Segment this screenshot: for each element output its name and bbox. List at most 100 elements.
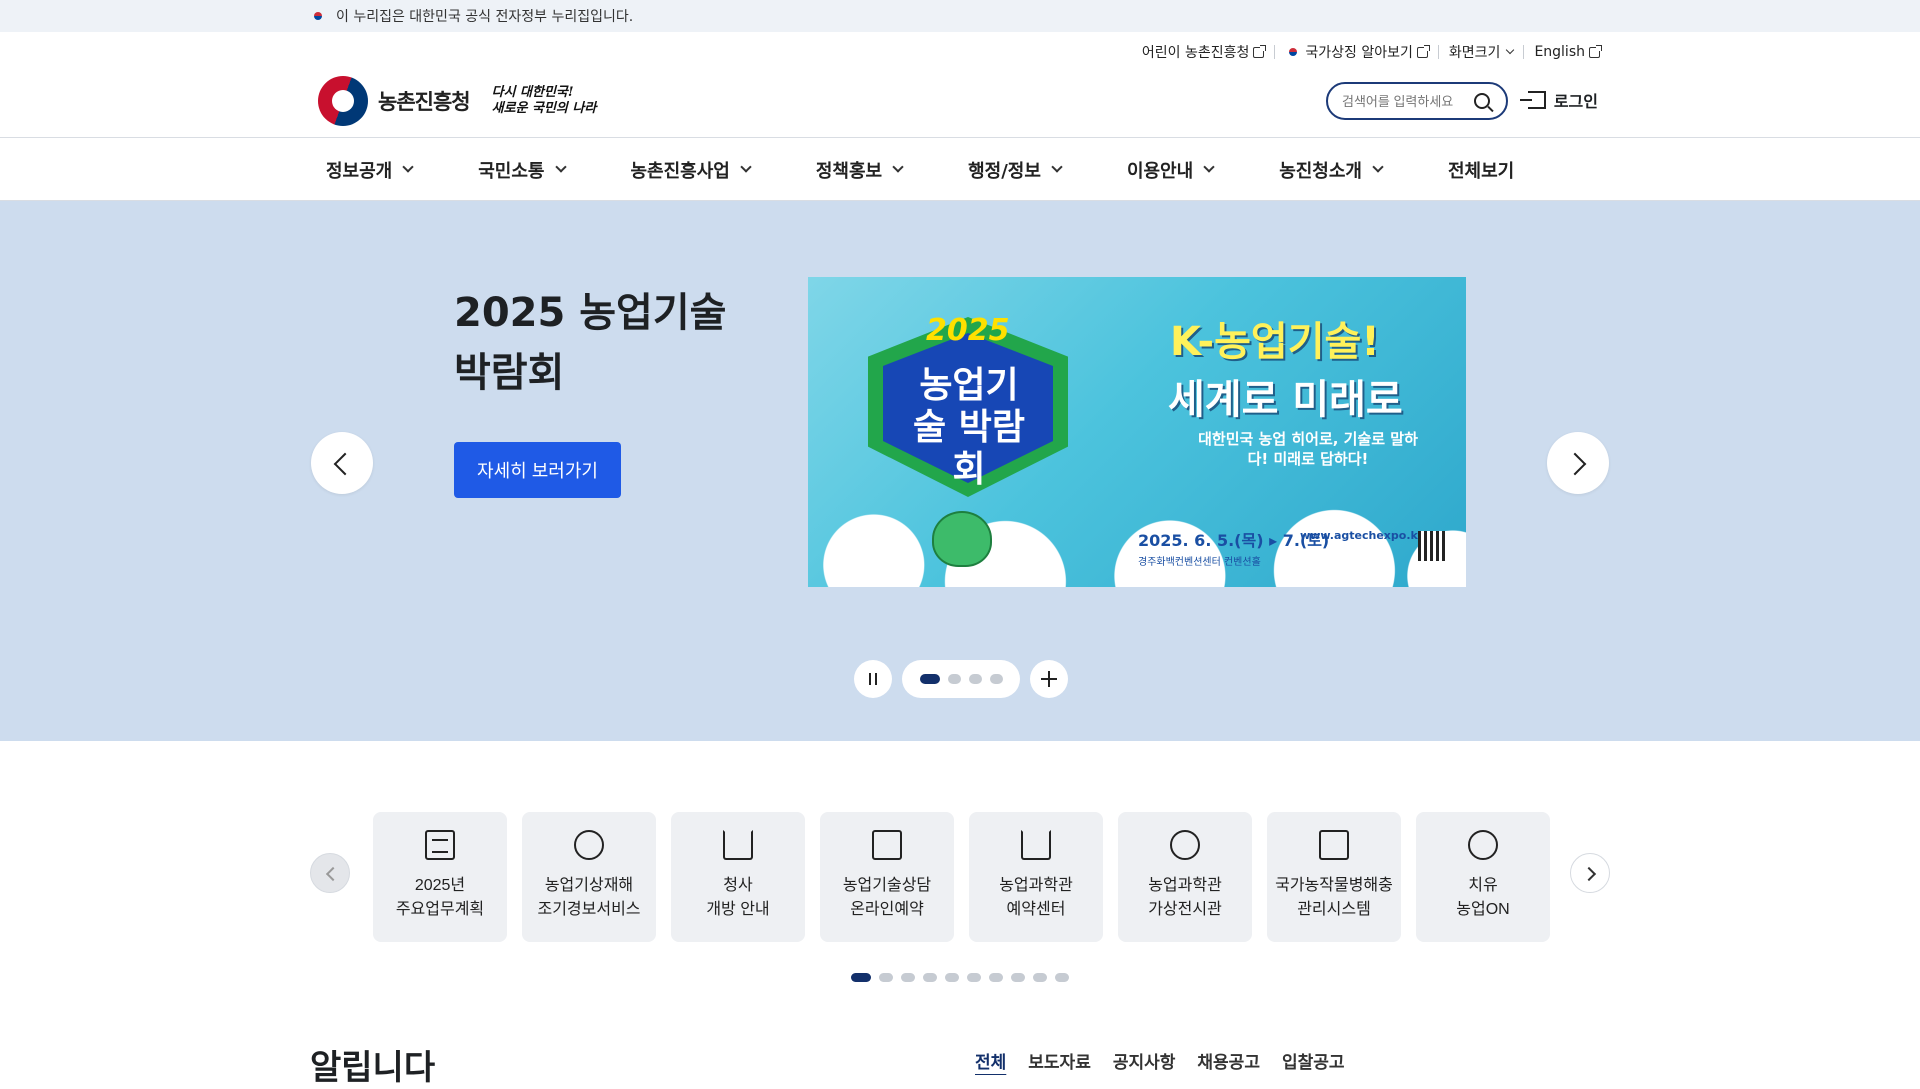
chevron-down-icon [554,161,567,173]
pagination-dot[interactable] [919,674,940,684]
search-icon[interactable] [1474,93,1490,109]
gov-banner: 이 누리집은 대한민국 공식 전자정부 누리집입니다. [0,0,1920,32]
chevron-down-icon [1506,45,1515,55]
government-emblem-icon [318,76,368,126]
banner-event-name: 농업기술 박람회 [913,365,1025,490]
quick-next-button[interactable] [1570,853,1610,893]
national-symbol-link[interactable]: 국가상징 알아보기 [1275,42,1438,62]
quick-menu: 2025년 주요업무계획 농업기상재해 조기경보서비스 청사 개방 안내 농업기… [0,801,1920,1001]
site-header: 어린이 농촌진흥청 국가상징 알아보기 화면크기 English 농촌진흥청 다… [0,32,1920,138]
chevron-down-icon [402,161,414,173]
quick-item-consult-booking[interactable]: 농업기술상담 온라인예약 [820,812,954,942]
nav-info-disclosure[interactable]: 정보공개 [310,157,428,183]
quick-item-weather-warning[interactable]: 농업기상재해 조기경보서비스 [522,812,656,942]
banner-headline-2: 세계로 미래로 [1168,377,1403,423]
pagination-dot[interactable] [1055,973,1069,982]
nav-communication[interactable]: 국민소통 [462,157,580,183]
banner-year: 2025 [926,313,1010,348]
tab-recruitment[interactable]: 채용공고 [1197,1048,1260,1073]
notice-tabs: 전체 보도자료 공지사항 채용공고 입찰공고 [975,1048,1345,1073]
pagination-dot[interactable] [945,973,959,982]
tab-all[interactable]: 전체 [975,1048,1006,1073]
quick-item-work-plan[interactable]: 2025년 주요업무계획 [373,812,507,942]
korean-flag-icon [1285,46,1301,58]
hero-next-button[interactable] [1547,432,1609,494]
banner-headline: K-농업기술! [1170,319,1380,365]
nav-policy-pr[interactable]: 정책홍보 [800,157,918,183]
notice-title: 알립니다 [310,1048,436,1088]
pen-icon [872,830,902,860]
chevron-down-icon [1372,161,1384,173]
nav-rda-projects[interactable]: 농촌진흥사업 [615,157,766,183]
external-link-icon [1253,44,1267,58]
chevron-down-icon [1051,161,1063,173]
chevron-down-icon [1203,161,1215,173]
pagination-dot[interactable] [989,674,1003,684]
pagination-dot[interactable] [901,973,915,982]
quick-item-healing-farm[interactable]: 치유 농업ON [1416,812,1550,942]
nav-about-rda[interactable]: 농진청소개 [1263,157,1398,183]
hero-carousel: 2025 농업기술 박람회 자세히 보러가기 2025 농업기술 박람회 K-농… [0,201,1920,741]
nav-view-all[interactable]: 전체보기 [1432,157,1530,183]
pagination-dot[interactable] [1033,973,1047,982]
weather-icon [574,830,604,860]
login-icon [1519,91,1546,109]
hero-prev-button[interactable] [311,432,373,494]
quick-prev-button[interactable] [310,853,350,893]
nav-user-guide[interactable]: 이용안내 [1111,157,1229,183]
pagination-dot[interactable] [989,973,1003,982]
external-link-icon [1416,44,1430,58]
pagination-dot[interactable] [879,973,893,982]
quick-item-office-open[interactable]: 청사 개방 안내 [671,812,805,942]
search-box [1326,82,1508,120]
quick-item-museum-booking[interactable]: 농업과학관 예약센터 [969,812,1103,942]
pagination-dot[interactable] [1011,973,1025,982]
qr-code-icon [1418,531,1448,561]
screen-size-dropdown[interactable]: 화면크기 [1439,42,1524,62]
quick-pagination [851,973,1069,982]
globe-icon [1170,830,1200,860]
main-nav: 정보공개 국민소통 농촌진흥사업 정책홍보 행정/정보 이용안내 농진청소개 전… [0,138,1920,201]
kids-site-link[interactable]: 어린이 농촌진흥청 [1132,42,1275,62]
quick-menu-list: 2025년 주요업무계획 농업기상재해 조기경보서비스 청사 개방 안내 농업기… [373,812,1550,942]
tab-announcements[interactable]: 공지사항 [1113,1048,1176,1073]
gov-banner-text: 이 누리집은 대한민국 공식 전자정부 누리집입니다. [336,9,634,25]
external-link-icon [1589,44,1602,58]
hero-banner-image[interactable]: 2025 농업기술 박람회 K-농업기술! 세계로 미래로 대한민국 농업 히어… [808,277,1466,587]
pagination-dot[interactable] [851,973,871,982]
tree-icon [1468,830,1498,860]
nav-admin-info[interactable]: 행정/정보 [952,157,1077,183]
search-input[interactable] [1342,93,1468,109]
hero-controls [854,660,1068,698]
banner-subtext: 대한민국 농업 히어로, 기술로 말하다! 미래로 답하다! [1198,430,1418,468]
chevron-down-icon [740,161,752,173]
quick-item-virtual-exhibit[interactable]: 농업과학관 가상전시관 [1118,812,1252,942]
korean-flag-icon [310,10,326,22]
banner-venue: 경주화백컨벤션센터 컨벤션홀 [1138,557,1261,568]
museum-icon [1021,830,1051,860]
building-icon [723,830,753,860]
banner-url: www.agtechexpo.kr [1300,529,1424,542]
hero-title: 2025 농업기술 박람회 [454,290,727,396]
hero-pagination [902,660,1020,698]
pagination-dot[interactable] [968,674,982,684]
pause-button[interactable] [854,660,892,698]
chevron-down-icon [892,161,904,173]
quick-item-pest-system[interactable]: 국가농작물병해충 관리시스템 [1267,812,1401,942]
hero-detail-button[interactable]: 자세히 보러가기 [454,442,621,498]
view-all-slides-button[interactable] [1030,660,1068,698]
login-button[interactable]: 로그인 [1519,88,1598,112]
slogan: 다시 대한민국! 새로운 국민의 나라 [491,85,597,116]
pagination-dot[interactable] [947,674,961,684]
site-logo[interactable]: 농촌진흥청 다시 대한민국! 새로운 국민의 나라 [318,76,596,126]
utility-links: 어린이 농촌진흥청 국가상징 알아보기 화면크기 English [1132,42,1610,62]
logo-text: 농촌진흥청 [378,90,471,114]
pagination-dot[interactable] [923,973,937,982]
clipboard-icon [425,830,455,860]
pagination-dot[interactable] [967,973,981,982]
tab-bidding[interactable]: 입찰공고 [1282,1048,1345,1073]
bug-scan-icon [1319,830,1349,860]
tab-press-release[interactable]: 보도자료 [1028,1048,1091,1073]
english-site-link[interactable]: English [1524,44,1610,60]
mascot-icon [932,511,992,567]
